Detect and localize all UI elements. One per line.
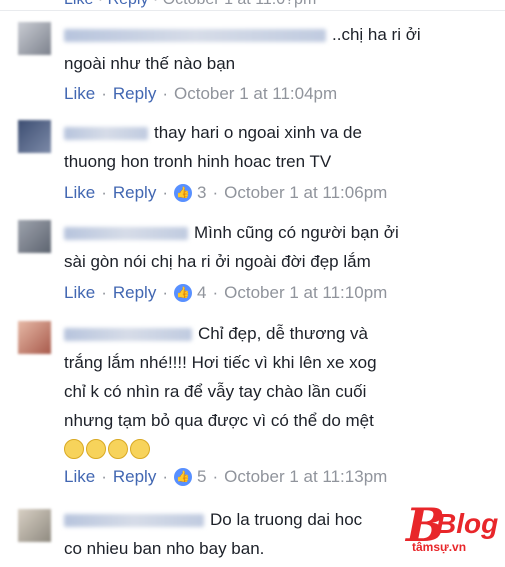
avatar[interactable] <box>18 220 51 253</box>
blog-tamsu-watermark: B Blog tâmsự.vn <box>398 498 502 558</box>
laughing-emoji-icon <box>108 438 128 459</box>
commenter-name[interactable] <box>64 514 204 528</box>
reply-link[interactable]: Reply <box>113 467 156 487</box>
like-link[interactable]: Like <box>64 283 95 303</box>
reply-link[interactable]: Reply <box>113 183 156 203</box>
comment-text: Chỉ đẹp, dễ thương và trắng lắm nhé!!!! … <box>64 319 377 464</box>
laughing-emoji-icon <box>86 438 106 459</box>
previous-comment-actions: Like · Reply · October 1 at 11:0?pm <box>64 0 316 9</box>
comment-text: Mình cũng có người bạn ởi sài gòn nói ch… <box>64 223 399 271</box>
reply-link[interactable]: Reply <box>113 283 156 303</box>
thumbs-up-icon: 👍 <box>174 284 192 302</box>
comment-text: ..chị ha ri ởi ngoài như thế nào bạn <box>64 25 421 73</box>
commenter-name[interactable] <box>64 127 148 141</box>
reply-link[interactable]: Reply <box>113 84 156 104</box>
laughing-emoji-icon <box>64 438 84 459</box>
reaction-count[interactable]: 3 <box>197 183 206 203</box>
comment-actions: Like · Reply · October 1 at 11:04pm <box>64 84 338 104</box>
reaction-count[interactable]: 4 <box>197 283 206 303</box>
timestamp[interactable]: October 1 at 11:13pm <box>224 467 387 487</box>
comment-actions: Like · Reply · 👍 3 · October 1 at 11:06p… <box>64 183 388 203</box>
previous-comment-meta: Like · Reply · October 1 at 11:0?pm <box>0 0 505 11</box>
avatar[interactable] <box>18 120 51 153</box>
watermark-sub: tâmsự.vn <box>412 540 467 554</box>
comment-text: thay hari o ngoai xinh va de thuong hon … <box>64 123 362 171</box>
avatar[interactable] <box>18 509 51 542</box>
emoji-row <box>64 438 152 459</box>
laughing-emoji-icon <box>130 438 150 459</box>
commenter-name[interactable] <box>64 227 188 241</box>
avatar[interactable] <box>18 22 51 55</box>
commenter-name[interactable] <box>64 328 192 342</box>
comment-actions: Like · Reply · 👍 5 · October 1 at 11:13p… <box>64 467 388 487</box>
like-link[interactable]: Like <box>64 84 95 104</box>
timestamp[interactable]: October 1 at 11:0?pm <box>163 0 317 8</box>
like-link[interactable]: Like <box>64 183 95 203</box>
avatar[interactable] <box>18 321 51 354</box>
reaction-count[interactable]: 5 <box>197 467 206 487</box>
timestamp[interactable]: October 1 at 11:10pm <box>224 283 387 303</box>
reply-link[interactable]: Reply <box>108 0 149 8</box>
timestamp[interactable]: October 1 at 11:06pm <box>224 183 387 203</box>
like-link[interactable]: Like <box>64 0 93 8</box>
thumbs-up-icon: 👍 <box>174 184 192 202</box>
watermark-main: Blog <box>436 508 499 539</box>
like-link[interactable]: Like <box>64 467 95 487</box>
timestamp[interactable]: October 1 at 11:04pm <box>174 84 337 104</box>
comment-actions: Like · Reply · 👍 4 · October 1 at 11:10p… <box>64 283 388 303</box>
thumbs-up-icon: 👍 <box>174 468 192 486</box>
comment-text: Do la truong dai hoc co nhieu ban nho ba… <box>64 510 363 558</box>
commenter-name[interactable] <box>64 29 326 43</box>
